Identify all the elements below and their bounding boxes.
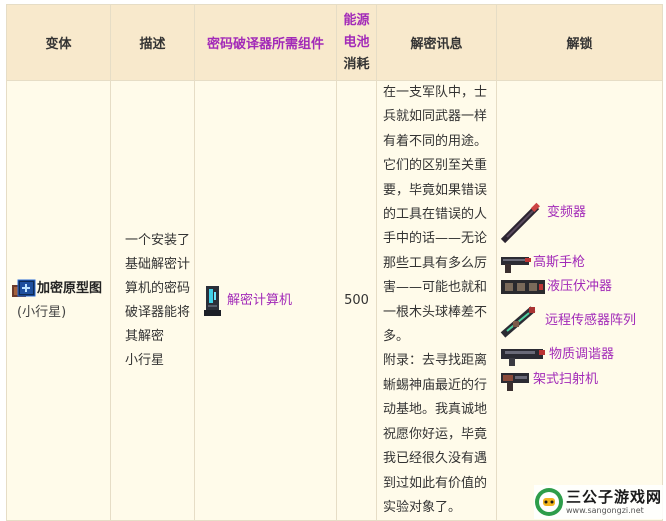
info-line: 我已经很久没有遇 <box>383 451 488 467</box>
phaser-icon <box>500 202 540 244</box>
encrypted-schematic-icon[interactable] <box>11 278 37 300</box>
description-line: 小行星 <box>125 352 165 368</box>
power-cost-value: 500 <box>336 79 377 521</box>
rack-strafer-icon <box>501 373 529 391</box>
unlock-item-phaser[interactable]: 变频器 <box>499 201 586 247</box>
table-header-row: 变体 描述 密码破译器所需组件 能源 电池 消耗 解密讯息 解锁 <box>6 4 663 81</box>
description-line: 一个安装了 <box>125 232 191 248</box>
matter-modulator-icon <box>501 349 545 366</box>
info-line: 到过如此有价值的 <box>383 475 488 491</box>
header-power-line3: 消耗 <box>343 56 370 72</box>
site-logo-icon <box>534 487 564 517</box>
info-line: 害——可能也就和 <box>383 280 488 296</box>
header-variant: 变体 <box>6 4 111 81</box>
variant-name-link[interactable]: 加密原型图 <box>37 277 102 301</box>
info-line: 祝愿你好运，毕竟 <box>383 426 488 442</box>
header-info: 解密讯息 <box>376 4 497 81</box>
description-line: 其解密 <box>125 328 165 344</box>
gauss-pistol-icon <box>501 257 531 273</box>
table-row: 加密原型图 (小行星) 一个安装了 基础解密计 算机的密码 破译器能将 其解密 … <box>6 79 663 521</box>
unlock-label[interactable]: 物质调谐器 <box>549 343 614 367</box>
unlock-cell: 变频器 高斯手枪 液压伏冲器 远程传感器阵列 物质调谐器 架式扫射机 <box>496 79 663 521</box>
unlock-item-gauss-pistol[interactable]: 高斯手枪 <box>499 251 585 275</box>
info-line: 附录：去寻找距离 <box>383 353 488 369</box>
unlock-label[interactable]: 架式扫射机 <box>533 368 598 392</box>
info-line: 一根木头球棒差不 <box>383 304 488 320</box>
info-line: 实验对象了。 <box>383 499 462 515</box>
info-line: 那些工具有多么厉 <box>383 255 488 271</box>
header-description: 描述 <box>110 4 195 81</box>
unlock-item-remote-sensor-array[interactable]: 远程传感器阵列 <box>499 303 636 339</box>
info-cell: 在一支军队中，士 兵就如同武器一样 有着不同的用途。 它们的区别至关重 要，毕竟… <box>376 79 497 521</box>
description-line: 破译器能将 <box>125 304 191 320</box>
wiki-table-container: 变体 描述 密码破译器所需组件 能源 电池 消耗 解密讯息 解锁 加密原型图 (… <box>6 4 663 521</box>
header-decoder-component[interactable]: 密码破译器所需组件 <box>194 4 337 81</box>
watermark-url: www.sangongzi.net <box>566 505 644 515</box>
unlock-label[interactable]: 远程传感器阵列 <box>545 309 636 333</box>
info-line: 蜥蜴神庙最近的行 <box>383 377 488 393</box>
info-line: 有着不同的用途。 <box>383 133 488 149</box>
header-unlock: 解锁 <box>496 4 663 81</box>
watermark-title: 三公子游戏网 <box>566 487 663 506</box>
unlock-item-hydraulic-volt-crusher[interactable]: 液压伏冲器 <box>499 275 612 299</box>
hydraulic-volt-crusher-icon <box>501 280 545 294</box>
decryption-computer-icon[interactable] <box>201 284 223 318</box>
site-watermark: 三公子游戏网 www.sangongzi.net <box>534 485 664 519</box>
remote-sensor-array-icon <box>500 306 536 338</box>
info-line: 兵就如同武器一样 <box>383 109 488 125</box>
unlock-label[interactable]: 高斯手枪 <box>533 251 585 275</box>
component-cell: 解密计算机 <box>194 79 337 521</box>
header-power-cost[interactable]: 能源 电池 消耗 <box>336 4 377 81</box>
description-line: 算机的密码 <box>125 280 191 296</box>
component-link[interactable]: 解密计算机 <box>227 289 292 313</box>
info-line: 它们的区别至关重 <box>383 158 488 174</box>
info-line: 在一支军队中，士 <box>383 85 488 100</box>
info-line: 手中的话——无论 <box>383 231 488 247</box>
unlock-label[interactable]: 变频器 <box>547 201 586 225</box>
info-line: 动基地。我真诚地 <box>383 402 488 418</box>
header-power-line1: 能源 <box>343 12 370 28</box>
description-cell: 一个安装了 基础解密计 算机的密码 破译器能将 其解密 小行星 <box>110 79 195 521</box>
variant-cell: 加密原型图 (小行星) <box>6 79 111 521</box>
info-line: 多。 <box>383 329 410 345</box>
unlock-label[interactable]: 液压伏冲器 <box>547 275 612 299</box>
decryption-table: 变体 描述 密码破译器所需组件 能源 电池 消耗 解密讯息 解锁 加密原型图 (… <box>6 4 663 521</box>
info-line: 要，毕竟如果错误 <box>383 182 488 198</box>
unlock-item-rack-strafer[interactable]: 架式扫射机 <box>499 367 598 393</box>
unlock-item-matter-modulator[interactable]: 物质调谐器 <box>499 343 614 367</box>
variant-subtitle: (小行星) <box>17 304 67 320</box>
header-power-line2: 电池 <box>343 34 370 50</box>
description-line: 基础解密计 <box>125 256 191 272</box>
info-line: 的工具在错误的人 <box>383 207 488 223</box>
